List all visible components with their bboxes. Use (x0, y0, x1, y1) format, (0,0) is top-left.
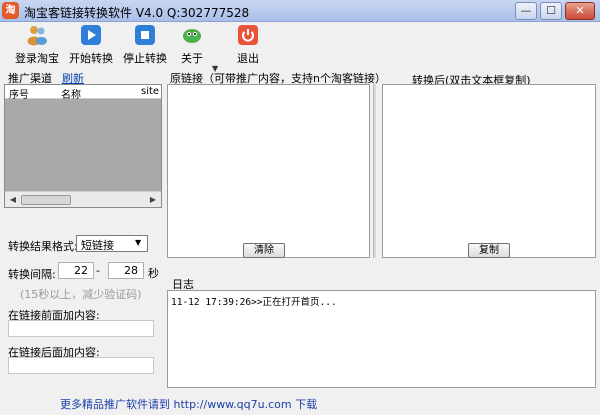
scroll-thumb[interactable] (21, 195, 71, 205)
interval-separator: - (96, 264, 100, 277)
prefix-input[interactable] (8, 320, 154, 337)
clear-button[interactable]: 清除 (243, 243, 285, 258)
about-button[interactable]: 关于 (172, 22, 212, 68)
list-header: 序号 名称 site (5, 85, 161, 101)
converted-links-textarea[interactable] (382, 84, 596, 258)
maximize-button[interactable]: ☐ (540, 2, 562, 20)
column-header-index[interactable]: 序号 (9, 86, 29, 101)
interval-hint: (15秒以上，减少验证码) (20, 288, 142, 301)
scroll-right-icon[interactable]: ▶ (147, 194, 159, 206)
play-icon (81, 25, 101, 45)
users-icon (27, 26, 47, 46)
turtle-icon (183, 29, 201, 43)
copy-button[interactable]: 复制 (468, 243, 510, 258)
app-icon: 淘 (2, 2, 19, 19)
window-title: 淘宝客链接转换软件 V4.0 Q:302777528 (24, 6, 250, 20)
channel-list[interactable]: 序号 名称 site ◀ ▶ (4, 84, 162, 208)
format-label: 转换结果格式: (8, 240, 78, 253)
interval-min-input[interactable]: 22 (58, 262, 94, 279)
close-button[interactable]: ✕ (565, 2, 595, 20)
toolbar: 登录淘宝 开始转换 停止转换 关于 ▼ 退出 (0, 22, 600, 73)
login-label: 登录淘宝 (15, 52, 59, 65)
pane-splitter[interactable] (373, 84, 376, 258)
chevron-down-icon: ▼ (135, 238, 142, 247)
interval-max-input[interactable]: 28 (108, 262, 144, 279)
start-convert-button[interactable]: 开始转换 (64, 22, 118, 68)
horizontal-scrollbar[interactable]: ◀ ▶ (5, 191, 161, 207)
minimize-button[interactable]: — (515, 2, 537, 20)
column-header-site[interactable]: site (141, 86, 159, 97)
power-icon (238, 25, 258, 45)
original-links-textarea[interactable] (167, 84, 370, 258)
interval-label: 转换间隔: (8, 268, 56, 281)
start-label: 开始转换 (69, 52, 113, 65)
about-label: 关于 (181, 52, 203, 65)
log-line: 11-12 17:39:26>>正在打开首页... (171, 297, 337, 308)
log-textarea[interactable]: 11-12 17:39:26>>正在打开首页... (167, 290, 596, 388)
suffix-input[interactable] (8, 357, 154, 374)
stop-icon (135, 25, 155, 45)
exit-label: 退出 (237, 52, 259, 65)
format-select[interactable]: 短链接 ▼ (76, 235, 148, 252)
status-link[interactable]: 更多精品推广软件请到 http://www.qq7u.com 下载 (60, 396, 317, 412)
title-bar[interactable]: 淘 淘宝客链接转换软件 V4.0 Q:302777528 — ☐ ✕ (0, 0, 600, 22)
column-header-name[interactable]: 名称 (61, 86, 81, 101)
exit-button[interactable]: 退出 (226, 22, 270, 68)
scroll-left-icon[interactable]: ◀ (7, 194, 19, 206)
stop-convert-button[interactable]: 停止转换 (118, 22, 172, 68)
login-taobao-button[interactable]: 登录淘宝 (10, 22, 64, 68)
status-bar: 更多精品推广软件请到 http://www.qq7u.com 下载 (0, 392, 600, 415)
format-select-value: 短链接 (81, 239, 114, 252)
seconds-label: 秒 (148, 267, 159, 280)
stop-label: 停止转换 (123, 52, 167, 65)
